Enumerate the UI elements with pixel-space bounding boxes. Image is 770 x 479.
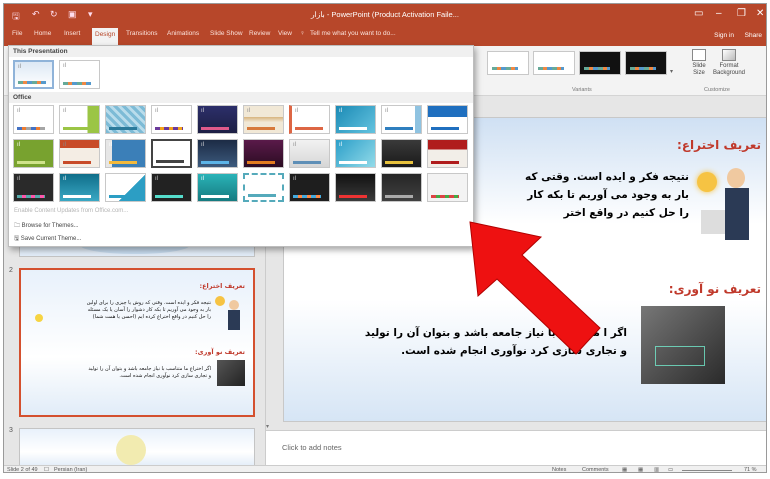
powerpoint-window: 🖫 ↶ ↻ ▣ ▾ بازار - PowerPoint (Product Ac… bbox=[3, 3, 767, 473]
annotation-arrow-icon bbox=[469, 221, 601, 355]
